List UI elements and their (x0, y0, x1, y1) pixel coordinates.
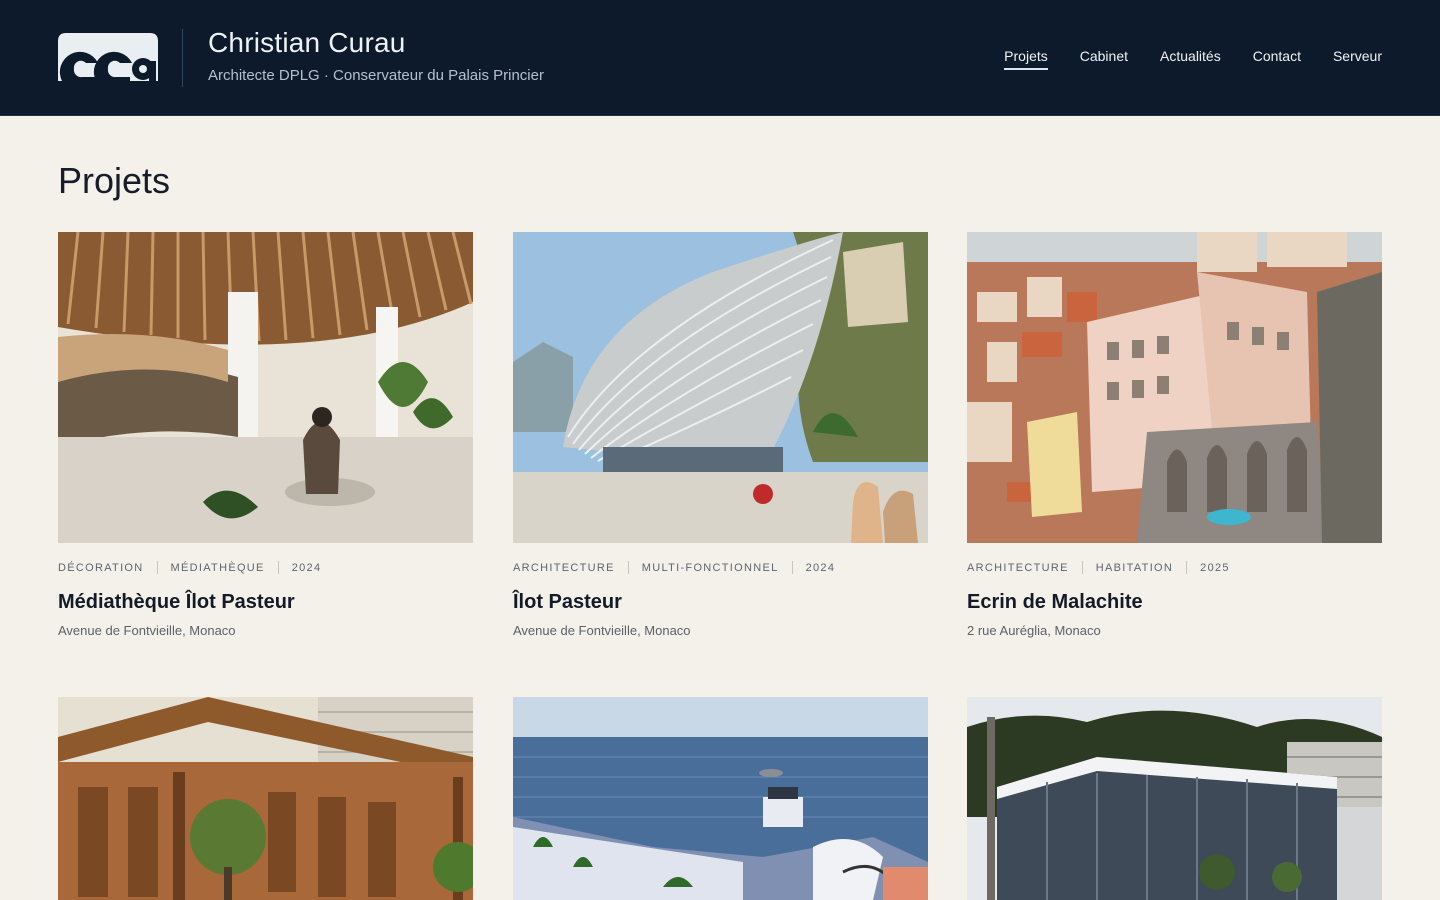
project-address: Avenue de Fontvieille, Monaco (513, 623, 691, 638)
project-card[interactable]: ARCHITECTURE MULTI-FONCTIONNEL 2024 Îlot… (513, 232, 928, 638)
tag-category[interactable]: ARCHITECTURE (513, 562, 615, 574)
main-nav: Projets Cabinet Actualités Contact Serve… (1004, 48, 1382, 70)
tag-type[interactable]: MULTI-FONCTIONNEL (642, 562, 779, 574)
tag-category[interactable]: DÉCORATION (58, 562, 144, 574)
project-image-cliffside-residences[interactable] (967, 232, 1382, 543)
logo-mark (58, 33, 158, 81)
page-title: Projets (58, 160, 171, 201)
project-title[interactable]: Îlot Pasteur (513, 591, 928, 614)
project-card[interactable] (513, 697, 928, 900)
project-title[interactable]: Ecrin de Malachite (967, 591, 1382, 614)
brand-name[interactable]: Christian Curau (208, 27, 406, 59)
project-title[interactable]: Médiathèque Îlot Pasteur (58, 591, 473, 614)
tag-year: 2025 (1200, 561, 1230, 574)
project-card[interactable] (967, 697, 1382, 900)
project-card[interactable]: ARCHITECTURE HABITATION 2025 Ecrin de Ma… (967, 232, 1382, 638)
project-address: 2 rue Auréglia, Monaco (967, 623, 1101, 638)
site-header: Christian Curau Architecte DPLG · Conser… (0, 0, 1440, 116)
tag-separator (1186, 561, 1188, 574)
tag-year: 2024 (291, 561, 322, 574)
project-card[interactable]: DÉCORATION MÉDIATHÈQUE 2024 Médiathèque … (58, 232, 473, 638)
logo[interactable] (58, 33, 158, 81)
nav-actualites[interactable]: Actualités (1160, 48, 1221, 70)
tag-separator (791, 561, 793, 574)
tag-year: 2024 (805, 561, 836, 574)
project-tags: ARCHITECTURE MULTI-FONCTIONNEL 2024 (513, 561, 928, 574)
tag-type[interactable]: HABITATION (1096, 562, 1173, 574)
tag-separator (277, 561, 279, 574)
tag-category[interactable]: ARCHITECTURE (967, 562, 1069, 574)
brand-tagline: Architecte DPLG · Conservateur du Palais… (208, 67, 544, 84)
tag-type[interactable]: MÉDIATHÈQUE (171, 562, 265, 574)
project-address: Avenue de Fontvieille, Monaco (58, 623, 236, 638)
project-image-seafront-heliport[interactable] (513, 697, 928, 900)
project-tags: ARCHITECTURE HABITATION 2025 (967, 561, 1382, 574)
project-image-curved-building[interactable] (513, 232, 928, 543)
nav-serveur[interactable]: Serveur (1333, 48, 1382, 70)
project-image-interior-library[interactable] (58, 232, 473, 543)
project-image-glass-facade[interactable] (967, 697, 1382, 900)
project-tags: DÉCORATION MÉDIATHÈQUE 2024 (58, 561, 473, 574)
nav-contact[interactable]: Contact (1253, 48, 1301, 70)
project-card[interactable] (58, 697, 473, 900)
header-divider (182, 29, 183, 87)
nav-projets[interactable]: Projets (1004, 48, 1048, 70)
nav-cabinet[interactable]: Cabinet (1080, 48, 1128, 70)
tag-separator (627, 561, 629, 574)
tag-separator (156, 561, 158, 574)
tag-separator (1081, 561, 1083, 574)
project-image-wooden-pergola[interactable] (58, 697, 473, 900)
